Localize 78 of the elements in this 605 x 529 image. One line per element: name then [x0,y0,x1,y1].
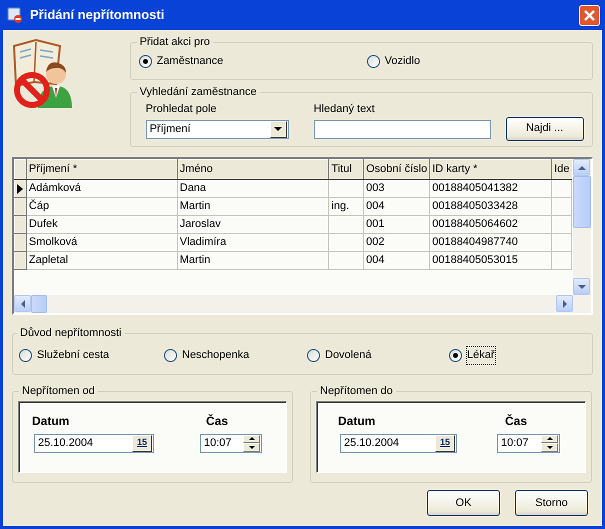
table-cell: Dana [177,180,329,198]
radio-label[interactable]: Vozidlo [384,53,420,70]
radio-label[interactable]: Neschopenka [182,347,250,364]
column-header[interactable]: Osobní číslo [364,160,430,180]
table-cell: 004 [364,198,430,216]
window-title: Přidání nepřítomnosti [30,6,166,24]
group-label: Nepřítomen do [319,385,394,398]
radio-button[interactable] [19,348,32,362]
radio-label[interactable]: Dovolená [325,347,372,364]
table-cell: 00188404987740 [430,234,552,252]
field-label: Datum [338,413,376,430]
spin-down-button[interactable] [541,443,558,452]
date-field[interactable]: 25.10.2004 15 [340,434,457,452]
table-cell: Dufek [26,216,178,234]
field-label: Prohledat pole [146,102,217,117]
scroll-left-button[interactable] [14,295,31,312]
scroll-down-button[interactable] [573,278,590,295]
table-cell: 00188405064602 [430,216,552,234]
table-cell: 002 [364,234,430,252]
table-cell: 001 [364,216,430,234]
table-cell: Jaroslav [177,216,329,234]
close-button[interactable] [579,4,600,26]
table-cell: ing. [328,198,364,216]
field-label: Čas [505,413,528,430]
table-cell: Čáp [26,198,178,216]
dropdown-arrow-button[interactable] [270,120,287,138]
radio-label[interactable]: Zaměstnance [156,53,224,70]
field-label: Čas [206,413,228,430]
person-prohibited-icon [12,38,72,110]
column-header[interactable]: Příjmení * [26,160,178,180]
radio-button[interactable] [138,54,152,68]
table-cell: 004 [364,252,430,270]
radio-button[interactable] [449,348,462,362]
time-field[interactable]: 10:07 [497,434,560,452]
column-header[interactable]: Jméno [177,160,329,180]
search-field[interactable] [314,120,491,138]
table-cell: Adámková [26,180,178,198]
calendar-button[interactable]: 15 [435,434,455,452]
group-label: Přidat akci pro [138,36,211,49]
date-field[interactable]: 25.10.2004 15 [34,434,154,452]
time-field[interactable]: 10:07 [200,434,262,452]
cancel-button[interactable]: Storno [515,490,588,516]
group-label: Důvod nepřítomnosti [19,327,122,340]
scroll-thumb[interactable] [31,295,47,313]
table-cell: Vladimíra [177,234,329,252]
table-cell: Zapletal [26,252,178,270]
find-button[interactable]: Najdi ... [506,116,584,140]
row-header[interactable] [14,180,26,198]
calendar-button[interactable]: 15 [132,434,152,452]
dropdown[interactable]: Příjmení [146,120,289,138]
table-cell: Martin [177,252,329,270]
column-header[interactable]: ID karty * [430,160,552,180]
group-label: Nepřítomen od [21,385,96,398]
close-icon [583,8,596,22]
table-cell: Martin [177,198,329,216]
spin-up-button[interactable] [541,434,558,443]
column-header[interactable]: Ide [552,160,572,180]
scroll-up-button[interactable] [573,159,590,176]
field-label: Hledaný text [314,102,375,117]
table-cell: 00188405053015 [430,252,552,270]
field-label: Datum [32,413,70,430]
ok-button[interactable]: OK [427,490,500,516]
table-cell: 00188405041382 [430,180,552,198]
column-header[interactable]: Titul [328,160,364,180]
table-cell: 003 [364,180,430,198]
window-icon [6,6,24,24]
spin-down-button[interactable] [243,443,260,452]
radio-button[interactable] [366,54,380,68]
radio-label[interactable]: Služební cesta [37,347,110,364]
table-cell: Smolková [26,234,178,252]
scroll-thumb[interactable] [573,176,591,228]
scroll-right-button[interactable] [556,295,573,312]
radio-button[interactable] [164,348,177,362]
group-label: Vyhledání zaměstnance [138,86,258,99]
table-cell: 00188405033428 [430,198,552,216]
radio-button[interactable] [307,348,320,362]
spin-up-button[interactable] [243,434,260,443]
radio-label[interactable]: Lékař [467,347,495,364]
